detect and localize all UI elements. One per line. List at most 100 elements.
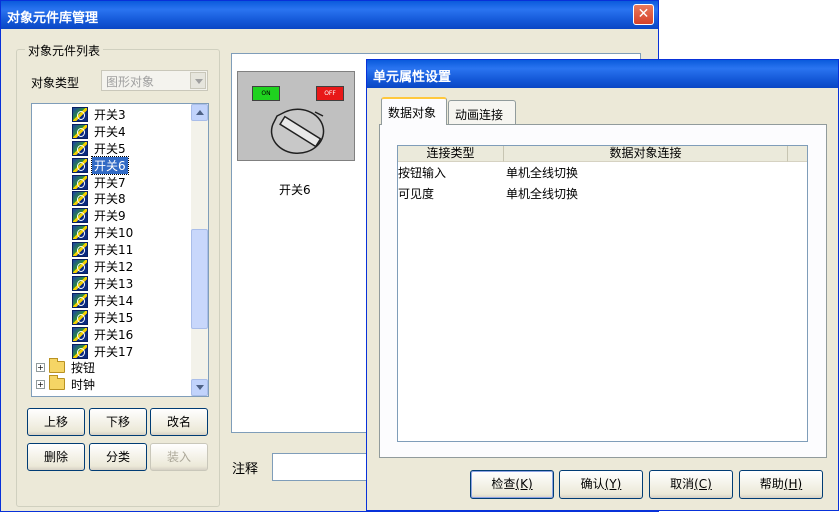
tree-item-label: 开关13 (94, 276, 134, 291)
check-button-key: (K) (515, 477, 533, 491)
library-window-title: 对象元件库管理 (7, 11, 99, 26)
property-dialog-titlebar[interactable]: 单元属性设置 (367, 60, 838, 88)
tree-item-switch[interactable]: 开关10 (72, 224, 135, 241)
tree-item-switch[interactable]: 开关15 (72, 309, 135, 326)
load-button[interactable]: 装入 (150, 443, 208, 471)
tree-item-switch[interactable]: 开关14 (72, 292, 135, 309)
tree-item-switch[interactable]: 开关5 (72, 140, 128, 157)
rotary-switch-icon (270, 108, 325, 154)
tree-item-label: 开关7 (94, 175, 126, 190)
confirm-button-key: (Y) (604, 477, 622, 491)
tree-item-switch[interactable]: 开关11 (72, 241, 135, 258)
classify-button[interactable]: 分类 (89, 443, 147, 471)
row-type-cell: 按钮输入 (398, 166, 447, 180)
scroll-thumb[interactable] (191, 229, 208, 329)
row-link-cell: 单机全线切换 (506, 187, 579, 201)
confirm-button[interactable]: 确认(Y) (559, 470, 643, 499)
tree-item-label: 开关3 (94, 107, 126, 122)
tree-folder-clock[interactable]: + 时钟 (36, 375, 97, 393)
tab-data-object[interactable]: 数据对象 (381, 97, 447, 125)
switch-icon (72, 292, 88, 308)
check-button[interactable]: 检查(K) (470, 470, 554, 499)
cancel-button-key: (C) (694, 477, 712, 491)
tree-item-label: 开关16 (94, 327, 134, 342)
tree-item-label: 开关5 (94, 141, 126, 156)
scroll-up-icon[interactable] (191, 104, 208, 121)
scroll-down-icon[interactable] (191, 379, 208, 396)
tree-item-label: 开关4 (94, 124, 126, 139)
tree-item-label: 开关14 (94, 293, 134, 308)
switch-icon (72, 157, 88, 173)
tree-item-label: 开关17 (94, 344, 134, 359)
tab-animation-link[interactable]: 动画连接 (448, 100, 516, 125)
expand-plus-icon[interactable]: + (36, 379, 45, 389)
tree-item-label: 开关9 (94, 209, 126, 224)
help-button[interactable]: 帮助(H) (739, 470, 823, 499)
tab-label: 数据对象 (388, 106, 437, 120)
tree-item-label: 开关10 (94, 226, 134, 241)
object-list-group-title: 对象元件列表 (25, 42, 104, 59)
switch-icon (72, 326, 88, 342)
tab-label: 动画连接 (455, 108, 504, 122)
tree-item-switch[interactable]: 开关9 (72, 207, 128, 224)
switch-icon (72, 174, 88, 190)
switch-icon (72, 242, 88, 258)
column-header-connection-type[interactable]: 连接类型 (398, 146, 504, 162)
confirm-button-label: 确认 (580, 477, 605, 491)
comment-label: 注释 (232, 462, 259, 477)
tree-item-switch[interactable]: 开关3 (72, 106, 128, 123)
tree-item-label: 开关12 (94, 260, 134, 275)
folder-icon (49, 375, 65, 391)
switch-icon (72, 275, 88, 291)
switch-icon (72, 208, 88, 224)
chevron-down-icon[interactable] (190, 72, 206, 89)
expand-plus-icon[interactable]: + (36, 362, 45, 372)
check-button-label: 检查 (491, 477, 516, 491)
object-type-select[interactable]: 图形对象 (101, 70, 208, 91)
tree-item-switch[interactable]: 开关13 (72, 275, 135, 292)
library-window-titlebar[interactable]: 对象元件库管理 (1, 1, 658, 29)
folder-icon (49, 358, 65, 374)
off-indicator: OFF (316, 86, 344, 101)
object-tree[interactable]: 开关3 开关4 开关5 开关6 开关7 开关8 开关9 开关10 开关11 开关12 开关13 开关1… (31, 103, 209, 397)
preview-caption: 开关6 (279, 183, 311, 197)
cancel-button-label: 取消 (670, 477, 695, 491)
tree-item-switch[interactable]: 开关12 (72, 258, 135, 275)
switch-icon (72, 309, 88, 325)
tree-scrollbar[interactable] (191, 104, 208, 396)
connection-list[interactable]: 连接类型 数据对象连接 按钮输入 单机全线切换 可见度 单机全线切换 (397, 145, 808, 442)
tree-item-label: 开关11 (94, 243, 134, 258)
cancel-button[interactable]: 取消(C) (649, 470, 733, 499)
tree-item-switch[interactable]: 开关4 (72, 123, 128, 140)
switch-preview-image: ON OFF (237, 71, 355, 161)
delete-button[interactable]: 删除 (27, 443, 85, 471)
tree-item-switch[interactable]: 开关7 (72, 174, 128, 191)
switch-icon (72, 259, 88, 275)
tree-folder-buttons[interactable]: + 按钮 (36, 358, 97, 376)
switch-icon (72, 343, 88, 359)
tree-item-switch[interactable]: 开关8 (72, 191, 128, 208)
on-indicator: ON (252, 86, 280, 101)
tree-item-switch[interactable]: 开关16 (72, 326, 135, 343)
switch-icon (72, 225, 88, 241)
object-type-value: 图形对象 (106, 75, 155, 89)
tree-item-label: 开关8 (94, 192, 126, 207)
tree-item-label: 开关15 (94, 310, 134, 325)
data-object-panel: 连接类型 数据对象连接 按钮输入 单机全线切换 可见度 单机全线切换 (379, 124, 827, 458)
switch-icon (72, 191, 88, 207)
move-up-button[interactable]: 上移 (27, 408, 85, 436)
object-type-label: 对象类型 (31, 76, 80, 90)
tree-folder-label: 按钮 (71, 360, 96, 375)
rename-button[interactable]: 改名 (150, 408, 208, 436)
column-header-data-link[interactable]: 数据对象连接 (504, 146, 788, 162)
tree-item-switch[interactable]: 开关6 (72, 155, 129, 175)
help-button-label: 帮助 (759, 477, 784, 491)
help-button-key: (H) (783, 477, 803, 491)
row-link-cell: 单机全线切换 (506, 166, 579, 180)
switch-icon (72, 106, 88, 122)
tree-item-label: 开关6 (91, 155, 129, 175)
tree-item-switch[interactable]: 开关17 (72, 343, 135, 360)
column-header-filler (788, 146, 807, 162)
close-icon[interactable]: ✕ (633, 4, 654, 25)
move-down-button[interactable]: 下移 (89, 408, 147, 436)
